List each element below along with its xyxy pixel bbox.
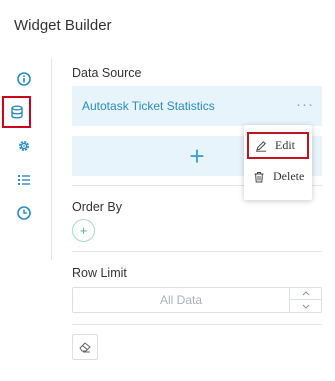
edit-label: Edit bbox=[275, 138, 295, 152]
increment-button[interactable] bbox=[290, 288, 321, 300]
data-source-name[interactable]: Autotask Ticket Statistics bbox=[82, 99, 215, 113]
order-by-label: Order By bbox=[72, 200, 123, 214]
sidebar-item-schedule[interactable] bbox=[13, 202, 35, 224]
sidebar-item-settings[interactable] bbox=[13, 135, 35, 157]
delete-menu-item[interactable]: Delete bbox=[247, 163, 309, 190]
sidebar-item-list[interactable] bbox=[13, 169, 35, 191]
eraser-icon bbox=[79, 342, 91, 353]
clock-icon bbox=[17, 206, 31, 220]
sidebar-nav bbox=[0, 58, 52, 260]
list-icon bbox=[18, 175, 30, 185]
row-limit-input[interactable] bbox=[73, 288, 289, 312]
database-icon bbox=[10, 105, 23, 119]
divider bbox=[72, 324, 322, 325]
edit-icon bbox=[256, 140, 266, 152]
edit-menu-item[interactable]: Edit bbox=[247, 132, 309, 159]
data-source-item[interactable]: Autotask Ticket Statistics ··· bbox=[72, 86, 322, 126]
gear-icon bbox=[19, 141, 29, 151]
more-options-icon[interactable]: ··· bbox=[296, 96, 314, 113]
row-limit-label: Row Limit bbox=[72, 266, 127, 280]
delete-label: Delete bbox=[273, 169, 305, 183]
plus-icon: + bbox=[79, 223, 88, 238]
plus-icon: + bbox=[189, 141, 205, 171]
chevron-up-icon bbox=[302, 291, 309, 296]
clear-format-button[interactable] bbox=[72, 334, 98, 360]
divider bbox=[72, 251, 322, 252]
info-icon bbox=[17, 72, 31, 86]
trash-icon bbox=[254, 171, 264, 182]
row-limit-stepper bbox=[289, 288, 321, 312]
chevron-down-icon bbox=[302, 304, 309, 309]
sidebar-item-data-source[interactable] bbox=[2, 96, 31, 128]
decrement-button[interactable] bbox=[290, 300, 321, 312]
data-source-label: Data Source bbox=[72, 66, 142, 80]
page-title: Widget Builder bbox=[14, 17, 112, 34]
data-source-context-menu: Edit Delete bbox=[244, 125, 312, 200]
sidebar-item-info[interactable] bbox=[13, 68, 35, 90]
add-order-by-button[interactable]: + bbox=[72, 219, 95, 242]
row-limit-field bbox=[72, 287, 322, 313]
